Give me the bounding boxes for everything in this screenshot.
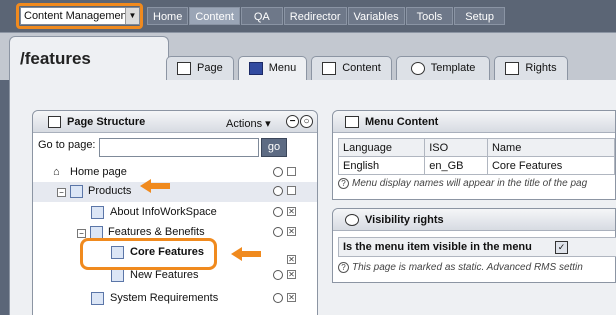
tab-page-label: Page bbox=[197, 62, 223, 74]
tree-item-label: System Requirements bbox=[110, 292, 219, 304]
table-cell: en_GB bbox=[424, 156, 488, 175]
tab-page[interactable]: Page bbox=[166, 56, 234, 80]
collapse-icon[interactable]: − bbox=[77, 229, 86, 238]
arrow-left-icon bbox=[140, 179, 170, 193]
page-icon bbox=[177, 62, 191, 75]
template-icon bbox=[410, 62, 425, 75]
main-nav: Home Content QA Redirector Variables Too… bbox=[147, 7, 506, 25]
page-title-tab: /features bbox=[9, 36, 169, 84]
goto-label: Go to page: bbox=[38, 139, 96, 151]
document-icon bbox=[322, 62, 337, 75]
highlight-box-site-select bbox=[16, 3, 143, 29]
tab-rights[interactable]: Rights bbox=[494, 56, 568, 80]
visibility-rights-header: Visibility rights bbox=[333, 209, 615, 231]
menu-content-table: Language ISO Name English en_GB Core Fea… bbox=[337, 138, 616, 175]
table-header-row: Language ISO Name bbox=[337, 138, 616, 157]
nav-home[interactable]: Home bbox=[147, 7, 189, 25]
nav-setup[interactable]: Setup bbox=[454, 7, 506, 25]
tree-item-label: Products bbox=[88, 185, 132, 197]
help-icon: ? bbox=[338, 178, 349, 189]
actions-label: Actions bbox=[226, 118, 263, 130]
folder-icon bbox=[70, 185, 83, 198]
visibility-rights-title: Visibility rights bbox=[365, 214, 444, 226]
tree-item-label: About InfoWorkSpace bbox=[110, 206, 217, 218]
tree-item-label: New Features bbox=[130, 269, 199, 281]
tree-item-about[interactable]: About InfoWorkSpace ✕ bbox=[33, 203, 317, 223]
page-structure-icon bbox=[48, 116, 61, 128]
tree-checkbox[interactable]: ✕ bbox=[287, 270, 296, 279]
tree-item-products[interactable]: − Products bbox=[33, 182, 317, 202]
tree-radio[interactable] bbox=[273, 270, 283, 280]
nav-variables[interactable]: Variables bbox=[347, 7, 405, 25]
tree-item-system-requirements[interactable]: System Requirements ✕ bbox=[33, 289, 317, 309]
tree-radio[interactable] bbox=[273, 227, 283, 237]
chevron-down-icon: ▾ bbox=[265, 118, 271, 130]
tree-radio[interactable] bbox=[273, 186, 283, 196]
column-header: Language bbox=[337, 138, 426, 157]
tree-checkbox[interactable] bbox=[287, 167, 296, 176]
tree-radio[interactable] bbox=[273, 167, 283, 177]
tab-menu-label: Menu bbox=[268, 62, 297, 74]
menu-content-note: ? Menu display names will appear in the t… bbox=[338, 178, 587, 189]
tab-template[interactable]: Template bbox=[395, 56, 491, 80]
tree-item-label: Home page bbox=[70, 166, 127, 178]
visibility-question: Is the menu item visible in the menu bbox=[343, 241, 532, 253]
tree-checkbox[interactable]: ✕ bbox=[287, 255, 296, 264]
tree-checkbox[interactable]: ✕ bbox=[287, 207, 296, 216]
page-structure-header: Page Structure Actions ▾ − ○ bbox=[33, 111, 317, 133]
nav-redirector[interactable]: Redirector bbox=[283, 7, 347, 25]
tree-radio[interactable] bbox=[273, 207, 283, 217]
expand-all-icon[interactable]: ○ bbox=[300, 115, 313, 128]
tab-content[interactable]: Content bbox=[311, 56, 392, 80]
highlight-box-core-features bbox=[80, 238, 217, 270]
note-text: This page is marked as static. Advanced … bbox=[352, 262, 583, 273]
visibility-rights-panel: Visibility rights Is the menu item visib… bbox=[332, 208, 616, 283]
top-nav-bar: Content Managemen ▼ Home Content QA Redi… bbox=[0, 0, 616, 32]
tree-radio[interactable] bbox=[273, 293, 283, 303]
menu-content-header: Menu Content bbox=[333, 111, 615, 133]
page-icon bbox=[91, 292, 104, 305]
tab-rights-label: Rights bbox=[525, 62, 557, 74]
arrow-left-icon bbox=[231, 247, 261, 261]
tree-item-label: Features & Benefits bbox=[108, 226, 205, 238]
page-structure-title: Page Structure bbox=[67, 116, 146, 128]
column-header: Name bbox=[486, 138, 616, 157]
visibility-note: ? This page is marked as static. Advanced… bbox=[338, 262, 583, 273]
visible-in-menu-checkbox[interactable]: ✓ bbox=[555, 241, 568, 254]
note-text: Menu display names will appear in the ti… bbox=[352, 178, 588, 189]
page-title: /features bbox=[20, 49, 91, 68]
table-cell: English bbox=[337, 156, 426, 175]
table-row[interactable]: English en_GB Core Features bbox=[337, 156, 616, 175]
visibility-row: Is the menu item visible in the menu ✓ bbox=[338, 237, 616, 257]
page-tabs: Page Menu Content Template Rights bbox=[166, 56, 572, 80]
collapse-all-icon[interactable]: − bbox=[286, 115, 299, 128]
tab-content-label: Content bbox=[342, 62, 381, 74]
tab-menu[interactable]: Menu bbox=[237, 56, 308, 80]
go-button[interactable]: go bbox=[261, 138, 287, 157]
page-icon bbox=[91, 206, 104, 219]
tree-item-home[interactable]: ⌂ Home page bbox=[33, 163, 317, 183]
menu-content-panel: Menu Content Language ISO Name English e… bbox=[332, 110, 616, 200]
page-icon bbox=[111, 269, 124, 282]
list-icon bbox=[345, 116, 359, 128]
goto-page-input[interactable] bbox=[99, 138, 259, 157]
home-icon: ⌂ bbox=[53, 166, 60, 178]
nav-qa[interactable]: QA bbox=[240, 7, 283, 25]
actions-menu[interactable]: Actions ▾ bbox=[226, 117, 271, 130]
rights-icon bbox=[505, 62, 520, 75]
table-cell[interactable]: Core Features bbox=[486, 156, 616, 175]
menu-content-title: Menu Content bbox=[365, 116, 439, 128]
tree-checkbox[interactable]: ✕ bbox=[287, 293, 296, 302]
tree-checkbox[interactable] bbox=[287, 186, 296, 195]
column-header: ISO bbox=[424, 138, 488, 157]
help-icon: ? bbox=[338, 262, 349, 273]
page-structure-panel: Page Structure Actions ▾ − ○ Go to page:… bbox=[32, 110, 318, 315]
tree-checkbox[interactable]: ✕ bbox=[287, 227, 296, 236]
collapse-icon[interactable]: − bbox=[57, 188, 66, 197]
menu-icon bbox=[248, 62, 263, 75]
nav-content[interactable]: Content bbox=[189, 7, 240, 25]
tab-template-label: Template bbox=[430, 62, 476, 74]
eye-icon bbox=[345, 214, 359, 226]
nav-tools[interactable]: Tools bbox=[405, 7, 454, 25]
